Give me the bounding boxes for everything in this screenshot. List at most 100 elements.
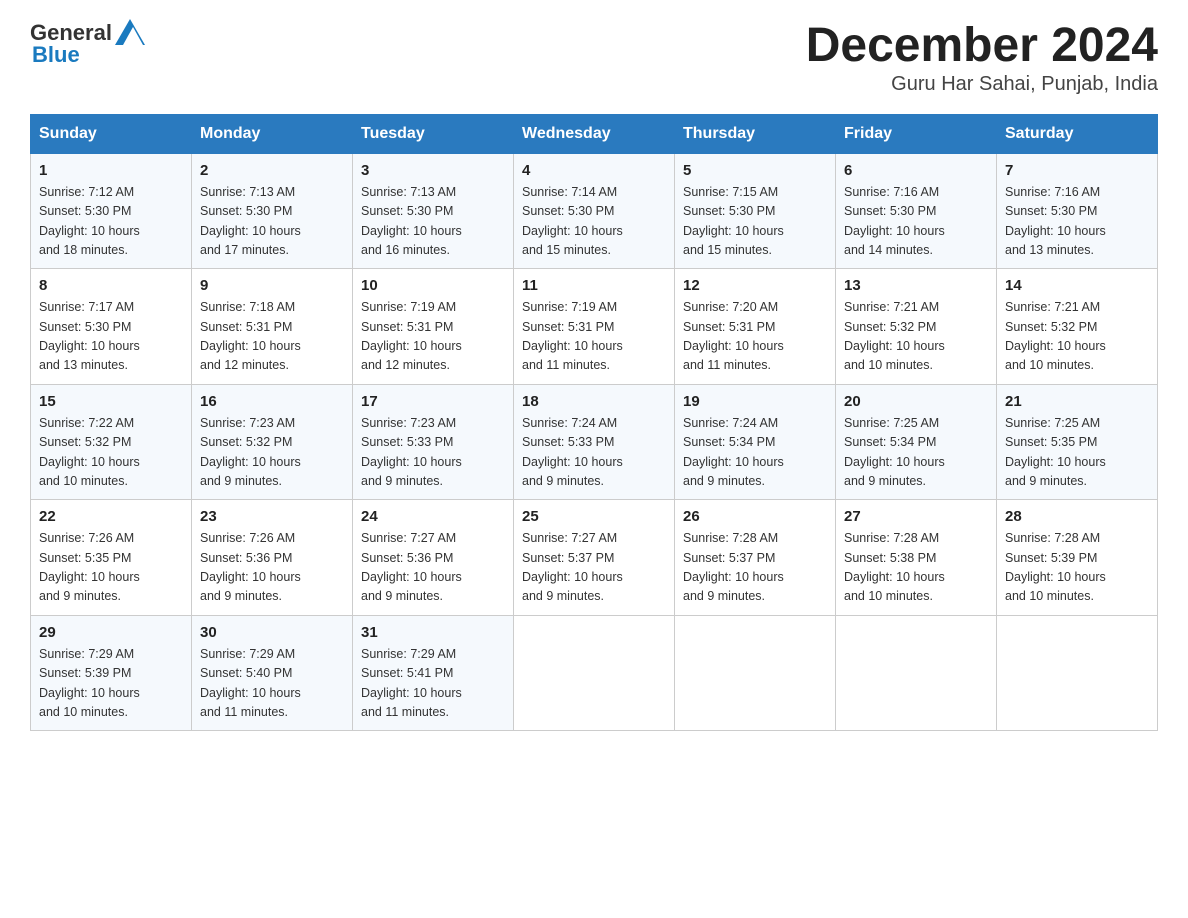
calendar-week-row: 1 Sunrise: 7:12 AMSunset: 5:30 PMDayligh… — [31, 153, 1158, 269]
day-number: 27 — [844, 508, 988, 525]
day-info: Sunrise: 7:25 AMSunset: 5:35 PMDaylight:… — [1005, 414, 1149, 492]
day-info: Sunrise: 7:26 AMSunset: 5:36 PMDaylight:… — [200, 529, 344, 607]
calendar-day-cell: 2 Sunrise: 7:13 AMSunset: 5:30 PMDayligh… — [192, 153, 353, 269]
calendar-day-cell: 22 Sunrise: 7:26 AMSunset: 5:35 PMDaylig… — [31, 500, 192, 616]
day-info: Sunrise: 7:21 AMSunset: 5:32 PMDaylight:… — [844, 298, 988, 376]
day-info: Sunrise: 7:23 AMSunset: 5:32 PMDaylight:… — [200, 414, 344, 492]
day-number: 17 — [361, 393, 505, 410]
day-info: Sunrise: 7:27 AMSunset: 5:36 PMDaylight:… — [361, 529, 505, 607]
calendar-day-cell: 30 Sunrise: 7:29 AMSunset: 5:40 PMDaylig… — [192, 615, 353, 731]
calendar-day-cell: 31 Sunrise: 7:29 AMSunset: 5:41 PMDaylig… — [353, 615, 514, 731]
day-number: 7 — [1005, 162, 1149, 179]
day-info: Sunrise: 7:21 AMSunset: 5:32 PMDaylight:… — [1005, 298, 1149, 376]
calendar-day-cell: 17 Sunrise: 7:23 AMSunset: 5:33 PMDaylig… — [353, 384, 514, 500]
day-number: 29 — [39, 624, 183, 641]
day-info: Sunrise: 7:23 AMSunset: 5:33 PMDaylight:… — [361, 414, 505, 492]
day-number: 6 — [844, 162, 988, 179]
calendar-day-cell: 23 Sunrise: 7:26 AMSunset: 5:36 PMDaylig… — [192, 500, 353, 616]
day-number: 5 — [683, 162, 827, 179]
day-info: Sunrise: 7:29 AMSunset: 5:41 PMDaylight:… — [361, 645, 505, 723]
day-number: 23 — [200, 508, 344, 525]
day-info: Sunrise: 7:15 AMSunset: 5:30 PMDaylight:… — [683, 183, 827, 261]
day-info: Sunrise: 7:19 AMSunset: 5:31 PMDaylight:… — [361, 298, 505, 376]
col-monday: Monday — [192, 114, 353, 153]
day-number: 31 — [361, 624, 505, 641]
calendar-week-row: 8 Sunrise: 7:17 AMSunset: 5:30 PMDayligh… — [31, 269, 1158, 385]
calendar-day-cell: 6 Sunrise: 7:16 AMSunset: 5:30 PMDayligh… — [836, 153, 997, 269]
calendar-day-cell: 27 Sunrise: 7:28 AMSunset: 5:38 PMDaylig… — [836, 500, 997, 616]
calendar-header: Sunday Monday Tuesday Wednesday Thursday… — [31, 114, 1158, 153]
day-number: 26 — [683, 508, 827, 525]
day-number: 22 — [39, 508, 183, 525]
day-info: Sunrise: 7:24 AMSunset: 5:34 PMDaylight:… — [683, 414, 827, 492]
calendar-day-cell — [997, 615, 1158, 731]
calendar-day-cell: 8 Sunrise: 7:17 AMSunset: 5:30 PMDayligh… — [31, 269, 192, 385]
day-info: Sunrise: 7:28 AMSunset: 5:37 PMDaylight:… — [683, 529, 827, 607]
calendar-day-cell: 11 Sunrise: 7:19 AMSunset: 5:31 PMDaylig… — [514, 269, 675, 385]
day-number: 24 — [361, 508, 505, 525]
calendar-day-cell: 28 Sunrise: 7:28 AMSunset: 5:39 PMDaylig… — [997, 500, 1158, 616]
calendar-week-row: 22 Sunrise: 7:26 AMSunset: 5:35 PMDaylig… — [31, 500, 1158, 616]
calendar-day-cell: 13 Sunrise: 7:21 AMSunset: 5:32 PMDaylig… — [836, 269, 997, 385]
day-number: 18 — [522, 393, 666, 410]
calendar-day-cell: 7 Sunrise: 7:16 AMSunset: 5:30 PMDayligh… — [997, 153, 1158, 269]
day-info: Sunrise: 7:12 AMSunset: 5:30 PMDaylight:… — [39, 183, 183, 261]
day-number: 15 — [39, 393, 183, 410]
calendar-day-cell: 10 Sunrise: 7:19 AMSunset: 5:31 PMDaylig… — [353, 269, 514, 385]
day-info: Sunrise: 7:14 AMSunset: 5:30 PMDaylight:… — [522, 183, 666, 261]
calendar-week-row: 15 Sunrise: 7:22 AMSunset: 5:32 PMDaylig… — [31, 384, 1158, 500]
day-info: Sunrise: 7:13 AMSunset: 5:30 PMDaylight:… — [361, 183, 505, 261]
calendar-day-cell: 19 Sunrise: 7:24 AMSunset: 5:34 PMDaylig… — [675, 384, 836, 500]
day-number: 25 — [522, 508, 666, 525]
day-number: 10 — [361, 277, 505, 294]
day-info: Sunrise: 7:19 AMSunset: 5:31 PMDaylight:… — [522, 298, 666, 376]
calendar-day-cell: 29 Sunrise: 7:29 AMSunset: 5:39 PMDaylig… — [31, 615, 192, 731]
col-thursday: Thursday — [675, 114, 836, 153]
day-info: Sunrise: 7:22 AMSunset: 5:32 PMDaylight:… — [39, 414, 183, 492]
day-number: 13 — [844, 277, 988, 294]
calendar-day-cell: 16 Sunrise: 7:23 AMSunset: 5:32 PMDaylig… — [192, 384, 353, 500]
calendar-day-cell: 15 Sunrise: 7:22 AMSunset: 5:32 PMDaylig… — [31, 384, 192, 500]
col-sunday: Sunday — [31, 114, 192, 153]
calendar-body: 1 Sunrise: 7:12 AMSunset: 5:30 PMDayligh… — [31, 153, 1158, 731]
calendar-day-cell: 26 Sunrise: 7:28 AMSunset: 5:37 PMDaylig… — [675, 500, 836, 616]
calendar-day-cell: 1 Sunrise: 7:12 AMSunset: 5:30 PMDayligh… — [31, 153, 192, 269]
day-number: 20 — [844, 393, 988, 410]
calendar-day-cell: 9 Sunrise: 7:18 AMSunset: 5:31 PMDayligh… — [192, 269, 353, 385]
day-info: Sunrise: 7:28 AMSunset: 5:38 PMDaylight:… — [844, 529, 988, 607]
day-number: 14 — [1005, 277, 1149, 294]
calendar-day-cell: 25 Sunrise: 7:27 AMSunset: 5:37 PMDaylig… — [514, 500, 675, 616]
col-saturday: Saturday — [997, 114, 1158, 153]
col-tuesday: Tuesday — [353, 114, 514, 153]
calendar-day-cell: 5 Sunrise: 7:15 AMSunset: 5:30 PMDayligh… — [675, 153, 836, 269]
day-number: 9 — [200, 277, 344, 294]
day-number: 11 — [522, 277, 666, 294]
day-number: 21 — [1005, 393, 1149, 410]
day-number: 2 — [200, 162, 344, 179]
day-number: 4 — [522, 162, 666, 179]
day-info: Sunrise: 7:18 AMSunset: 5:31 PMDaylight:… — [200, 298, 344, 376]
calendar-subtitle: Guru Har Sahai, Punjab, India — [806, 73, 1158, 96]
calendar-day-cell: 20 Sunrise: 7:25 AMSunset: 5:34 PMDaylig… — [836, 384, 997, 500]
day-number: 28 — [1005, 508, 1149, 525]
day-info: Sunrise: 7:16 AMSunset: 5:30 PMDaylight:… — [844, 183, 988, 261]
day-number: 16 — [200, 393, 344, 410]
calendar-day-cell — [675, 615, 836, 731]
col-wednesday: Wednesday — [514, 114, 675, 153]
calendar-day-cell — [836, 615, 997, 731]
logo: General Blue — [30, 20, 145, 68]
day-info: Sunrise: 7:27 AMSunset: 5:37 PMDaylight:… — [522, 529, 666, 607]
day-number: 12 — [683, 277, 827, 294]
day-info: Sunrise: 7:26 AMSunset: 5:35 PMDaylight:… — [39, 529, 183, 607]
title-block: December 2024 Guru Har Sahai, Punjab, In… — [806, 20, 1158, 96]
calendar-day-cell: 4 Sunrise: 7:14 AMSunset: 5:30 PMDayligh… — [514, 153, 675, 269]
calendar-table: Sunday Monday Tuesday Wednesday Thursday… — [30, 114, 1158, 732]
day-info: Sunrise: 7:17 AMSunset: 5:30 PMDaylight:… — [39, 298, 183, 376]
day-info: Sunrise: 7:13 AMSunset: 5:30 PMDaylight:… — [200, 183, 344, 261]
day-number: 8 — [39, 277, 183, 294]
calendar-day-cell: 18 Sunrise: 7:24 AMSunset: 5:33 PMDaylig… — [514, 384, 675, 500]
logo-icon — [115, 19, 145, 45]
day-info: Sunrise: 7:25 AMSunset: 5:34 PMDaylight:… — [844, 414, 988, 492]
day-info: Sunrise: 7:20 AMSunset: 5:31 PMDaylight:… — [683, 298, 827, 376]
day-number: 1 — [39, 162, 183, 179]
